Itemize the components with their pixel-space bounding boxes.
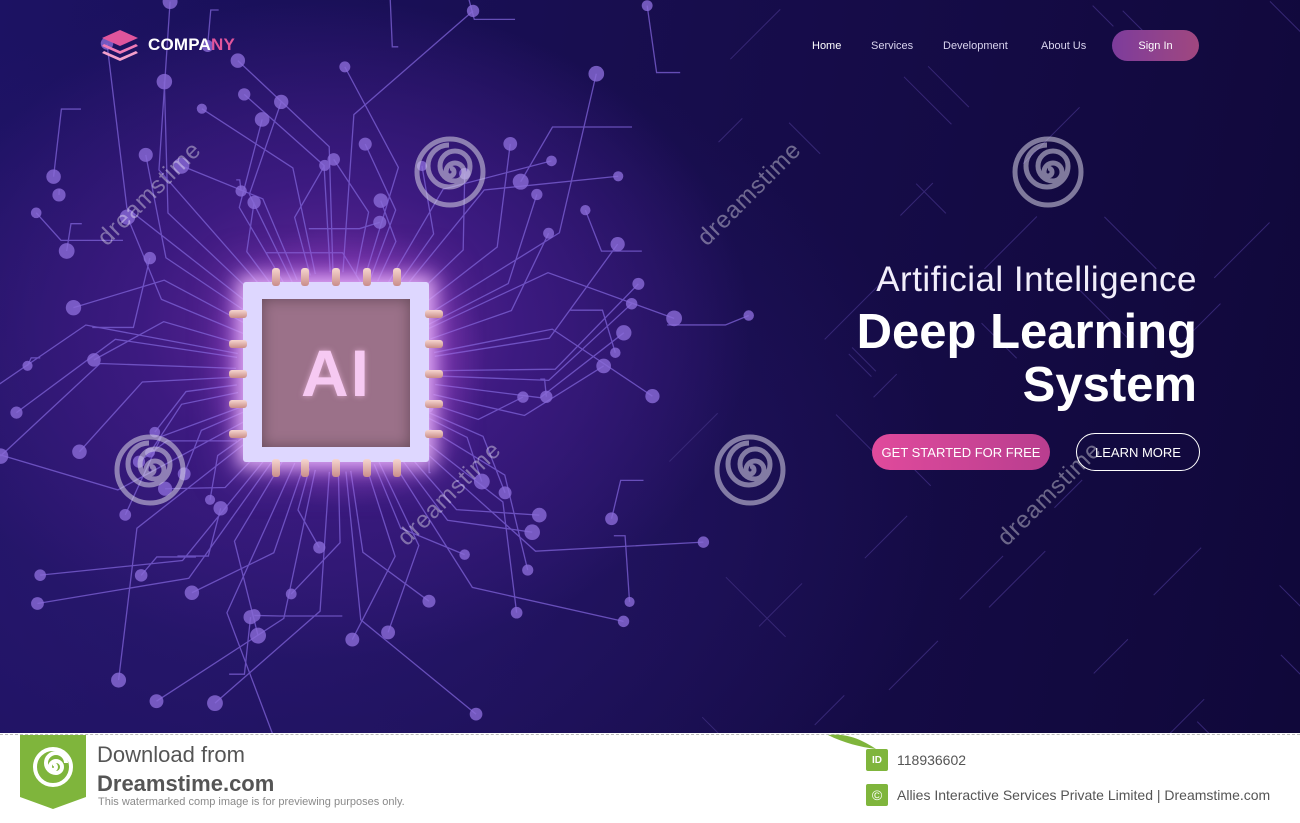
hero-title-line2: System xyxy=(1022,358,1197,412)
nav-about-us[interactable]: About Us xyxy=(1041,40,1086,52)
watermark-swirl-icon xyxy=(713,433,787,507)
watermark-swirl-icon xyxy=(413,135,487,209)
image-id: 118936602 xyxy=(897,752,967,768)
dreamstime-badge-icon xyxy=(20,735,86,809)
nav-services[interactable]: Services xyxy=(871,40,913,52)
copyright-icon: © xyxy=(866,784,888,806)
hero-title-line1: Deep Learning xyxy=(856,305,1197,359)
company-logo[interactable]: COMPANY xyxy=(100,28,235,62)
ai-chip-core: AI xyxy=(262,299,410,447)
preview-note: This watermarked comp image is for previ… xyxy=(98,796,405,808)
watermark-swirl-icon xyxy=(113,433,187,507)
hero-title: Deep Learning System xyxy=(857,306,1197,412)
watermark-swirl-icon xyxy=(1011,135,1085,209)
nav-development[interactable]: Development xyxy=(943,40,1008,52)
chip-label: AI xyxy=(301,336,371,410)
hero-subtitle: Artificial Intelligence xyxy=(876,260,1197,299)
sign-in-button[interactable]: Sign In xyxy=(1112,30,1199,61)
hero-section: COMPANY Home Services Development About … xyxy=(0,0,1300,733)
get-started-button[interactable]: GET STARTED FOR FREE xyxy=(872,434,1050,470)
id-icon: ID xyxy=(866,749,888,771)
download-from-text: Download from xyxy=(97,742,245,767)
credit-text: Allies Interactive Services Private Limi… xyxy=(897,787,1271,803)
logo-text: COMPANY xyxy=(148,35,236,54)
download-banner: Download from Dreamstime.com This waterm… xyxy=(0,734,1300,823)
nav-home[interactable]: Home xyxy=(812,40,841,52)
stack-logo-icon xyxy=(102,30,138,61)
dreamstime-link[interactable]: Dreamstime.com xyxy=(97,771,274,797)
